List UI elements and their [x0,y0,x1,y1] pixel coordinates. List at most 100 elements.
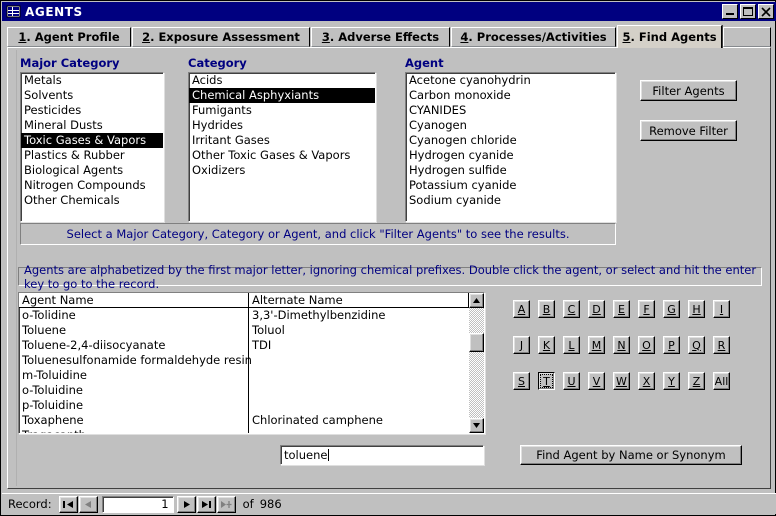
letter-button-o[interactable]: O [638,336,655,354]
letter-button-y[interactable]: Y [663,372,680,390]
letter-button-all[interactable]: All [713,372,730,390]
close-icon[interactable] [758,4,774,19]
tab-exposure-assessment[interactable]: 2. Exposure Assessment [132,27,310,47]
list-item[interactable]: Hydrogen cyanide [406,148,615,163]
results-datasheet[interactable]: Agent Name Alternate Name o-Tolidine 3,3… [18,292,485,434]
list-item[interactable]: Carbon monoxide [406,88,615,103]
letter-button-l[interactable]: L [563,336,580,354]
letter-button-z[interactable]: Z [688,372,705,390]
letter-button-w[interactable]: W [613,372,630,390]
table-row[interactable]: Toxaphene Chlorinated camphene [19,413,469,428]
list-item-selected[interactable]: Toxic Gases & Vapors [21,133,163,148]
table-row[interactable]: Tragacanth [19,428,469,433]
letter-button-t[interactable]: T [538,372,555,390]
list-item[interactable]: Pesticides [21,103,163,118]
results-hint-bar: Agents are alphabetized by the first maj… [18,263,762,291]
letter-button-m[interactable]: M [588,336,605,354]
letter-label: O [642,338,651,352]
previous-record-icon[interactable] [78,495,98,513]
letter-button-e[interactable]: E [613,300,630,318]
cell-agent-name: Toxaphene [22,413,84,427]
list-item[interactable]: Potassium cyanide [406,178,615,193]
list-item[interactable]: Acids [189,73,375,88]
column-header-alternate-name[interactable]: Alternate Name [249,293,469,307]
letter-button-h[interactable]: H [688,300,705,318]
tab-agent-profile[interactable]: 1. Agent Profile [7,27,131,47]
scrollbar-track[interactable] [469,308,484,418]
window-title: AGENTS [25,4,83,19]
letter-button-q[interactable]: Q [688,336,705,354]
column-separator [248,293,249,433]
letter-button-v[interactable]: V [588,372,605,390]
last-record-icon[interactable] [196,495,216,513]
letter-button-r[interactable]: R [713,336,730,354]
letter-button-k[interactable]: K [538,336,555,354]
next-record-icon[interactable] [176,495,196,513]
filter-agents-button[interactable]: Filter Agents [640,80,737,101]
scroll-up-icon[interactable] [469,293,484,308]
list-item[interactable]: Plastics & Rubber [21,148,163,163]
table-row[interactable]: o-Tolidine 3,3'-Dimethylbenzidine [19,308,469,323]
major-category-list[interactable]: Metals Solvents Pesticides Mineral Dusts… [20,72,164,222]
tab-adverse-effects[interactable]: 3. Adverse Effects [311,27,450,47]
list-item-selected[interactable]: Chemical Asphyxiants [189,88,375,103]
list-item[interactable]: Hydrides [189,118,375,133]
list-item[interactable]: Metals [21,73,163,88]
list-item[interactable]: Hydrogen sulfide [406,163,615,178]
list-item[interactable]: CYANIDES [406,103,615,118]
list-item[interactable]: Oxidizers [189,163,375,178]
list-item[interactable]: Nitrogen Compounds [21,178,163,193]
list-item[interactable]: Biological Agents [21,163,163,178]
maximize-icon[interactable] [740,4,756,19]
agent-list[interactable]: Acetone cyanohydrin Carbon monoxide CYAN… [405,72,616,222]
tab-accelerator: 5 [622,30,631,44]
tab-find-agents[interactable]: 5. Find Agents [617,25,722,48]
table-row[interactable]: p-Toluidine [19,398,469,413]
letter-button-b[interactable]: B [538,300,555,318]
datasheet-scrollbar[interactable] [469,293,484,433]
letter-button-u[interactable]: U [563,372,580,390]
minimize-icon[interactable] [722,4,738,19]
letter-button-j[interactable]: J [513,336,530,354]
category-list[interactable]: Acids Chemical Asphyxiants Fumigants Hyd… [188,72,376,222]
search-input[interactable]: toluene [280,445,484,465]
first-record-icon[interactable] [58,495,78,513]
record-number-input[interactable]: 1 [101,495,174,513]
cell-agent-name: Tragacanth [19,428,249,433]
column-header-agent-name[interactable]: Agent Name [19,293,249,307]
find-agent-button[interactable]: Find Agent by Name or Synonym [520,445,742,465]
table-row[interactable]: Toluene-2,4-diisocyanate TDI [19,338,469,353]
letter-button-c[interactable]: C [563,300,580,318]
letter-button-a[interactable]: A [513,300,530,318]
letter-button-d[interactable]: D [588,300,605,318]
scroll-down-icon[interactable] [469,418,484,433]
table-row[interactable]: Toluene Toluol [19,323,469,338]
letter-button-n[interactable]: N [613,336,630,354]
letter-button-g[interactable]: G [663,300,680,318]
remove-filter-button[interactable]: Remove Filter [640,120,737,141]
list-item[interactable]: Solvents [21,88,163,103]
table-row[interactable]: Toluenesulfonamide formaldehyde resin [19,353,469,368]
letter-button-p[interactable]: P [663,336,680,354]
record-label: Record: [8,497,52,511]
list-item[interactable]: Other Chemicals [21,193,163,208]
letter-label: L [568,338,575,352]
list-item[interactable]: Cyanogen [406,118,615,133]
list-item[interactable]: Sodium cyanide [406,193,615,208]
letter-button-i[interactable]: I [713,300,730,318]
list-item[interactable]: Irritant Gases [189,133,375,148]
list-item[interactable]: Fumigants [189,103,375,118]
table-row[interactable]: o-Toluidine [19,383,469,398]
letter-button-s[interactable]: S [513,372,530,390]
list-item[interactable]: Acetone cyanohydrin [406,73,615,88]
new-record-icon[interactable] [216,495,236,513]
list-item[interactable]: Other Toxic Gases & Vapors [189,148,375,163]
filter-hint-bar: Select a Major Category, Category or Age… [20,223,616,245]
scrollbar-thumb[interactable] [469,333,484,352]
list-item[interactable]: Cyanogen chloride [406,133,615,148]
table-row[interactable]: m-Toluidine [19,368,469,383]
tab-processes-activities[interactable]: 4. Processes/Activities [451,27,616,47]
letter-button-x[interactable]: X [638,372,655,390]
letter-button-f[interactable]: F [638,300,655,318]
list-item[interactable]: Mineral Dusts [21,118,163,133]
